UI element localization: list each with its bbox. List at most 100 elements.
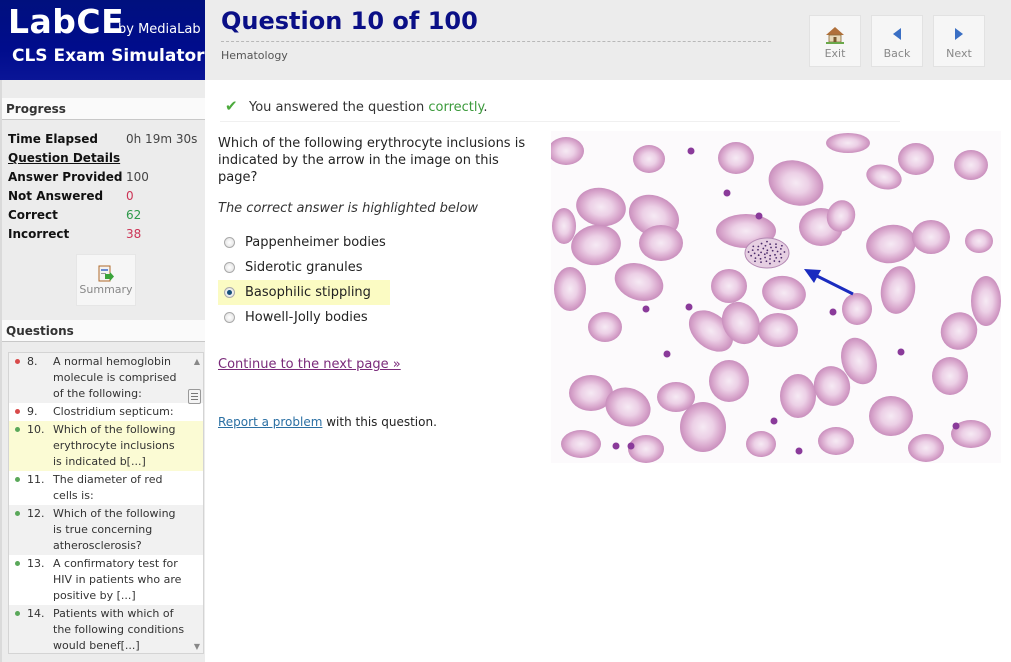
- question-list-item[interactable]: 8. A normal hemoglobin molecule is compri…: [9, 353, 203, 403]
- question-list-item[interactable]: 13. A confirmatory test for HIV in patien…: [9, 555, 203, 605]
- next-button[interactable]: Next: [933, 15, 985, 67]
- result-prefix: You answered the question: [249, 100, 429, 115]
- red-blood-cell: [551, 137, 584, 165]
- platelet: [663, 350, 671, 358]
- question-list-item[interactable]: 11. The diameter of red cells is:: [9, 471, 203, 505]
- platelet: [755, 212, 763, 220]
- summary-label: Summary: [79, 283, 133, 296]
- radio-button[interactable]: [224, 312, 235, 323]
- platelet: [952, 422, 960, 430]
- arrow-icon: [804, 269, 854, 296]
- not-answered-label: Not Answered: [8, 189, 104, 203]
- red-blood-cell: [628, 435, 664, 463]
- platelet: [612, 442, 620, 450]
- stat-row: Not Answered 0: [8, 189, 197, 208]
- correct-value: 62: [126, 208, 142, 222]
- question-snippet: Which of the following erythrocyte inclu…: [53, 423, 176, 468]
- platelet: [897, 348, 905, 356]
- platelet: [685, 303, 693, 311]
- stat-row: Incorrect 38: [8, 227, 197, 246]
- status-dot-icon: [15, 561, 20, 566]
- exit-button[interactable]: Exit: [809, 15, 861, 67]
- question-number: 11.: [27, 473, 45, 486]
- stat-row: Correct 62: [8, 208, 197, 227]
- answer-option[interactable]: Siderotic granules: [218, 255, 390, 280]
- scrollbar-thumb[interactable]: [188, 389, 201, 404]
- arrow-left-icon: [872, 26, 922, 46]
- question-snippet: Patients with which of the following con…: [53, 607, 185, 652]
- red-blood-cell: [908, 434, 944, 462]
- correct-label: Correct: [8, 208, 58, 222]
- red-blood-cell: [880, 266, 916, 314]
- answer-option[interactable]: Pappenheimer bodies: [218, 230, 390, 255]
- question-list-item[interactable]: 14. Patients with which of the following …: [9, 605, 203, 653]
- logo-brand: LabCE: [8, 2, 125, 41]
- red-blood-cell: [758, 313, 798, 347]
- platelet: [723, 189, 731, 197]
- radio-button[interactable]: [224, 237, 235, 248]
- question-list-item[interactable]: 9. Clostridium septicum:: [9, 403, 203, 421]
- red-blood-cell: [762, 275, 806, 311]
- answer-option[interactable]: Basophilic stippling: [218, 280, 390, 305]
- red-blood-cell: [954, 150, 988, 180]
- radio-button[interactable]: [224, 262, 235, 273]
- stat-row: Answer Provided 100: [8, 170, 197, 189]
- blood-smear-image: [551, 131, 1001, 463]
- checkmark-icon: ✔: [225, 97, 238, 115]
- question-number: 14.: [27, 607, 45, 620]
- red-blood-cell: [576, 187, 626, 227]
- title-divider: [221, 41, 771, 42]
- answer-provided-label: Answer Provided: [8, 170, 123, 184]
- answer-hint: The correct answer is highlighted below: [218, 201, 479, 216]
- question-list: 8. A normal hemoglobin molecule is compri…: [8, 352, 204, 654]
- platelet: [627, 442, 635, 450]
- question-details-heading: Question Details: [8, 151, 121, 165]
- scroll-up-icon[interactable]: ▲: [194, 357, 200, 366]
- question-snippet: A normal hemoglobin molecule is comprise…: [53, 355, 177, 400]
- incorrect-label: Incorrect: [8, 227, 70, 241]
- red-blood-cell: [633, 145, 665, 173]
- red-blood-cell: [866, 224, 916, 264]
- logo-by: by MediaLab: [118, 22, 201, 37]
- red-blood-cell: [552, 208, 576, 244]
- red-blood-cell: [866, 164, 902, 190]
- home-icon: [810, 26, 860, 46]
- page-title: Question 10 of 100: [221, 7, 478, 35]
- red-blood-cell: [869, 396, 913, 436]
- back-button[interactable]: Back: [871, 15, 923, 67]
- result-suffix: .: [483, 100, 488, 115]
- question-snippet: Clostridium septicum:: [53, 405, 174, 418]
- question-text: Which of the following erythrocyte inclu…: [218, 136, 526, 185]
- details-row: Question Details: [8, 151, 197, 170]
- back-label: Back: [883, 47, 911, 60]
- report-line: Report a problem with this question.: [218, 415, 437, 429]
- option-label: Basophilic stippling: [245, 285, 371, 300]
- question-list-item[interactable]: 12. Which of the following is true concer…: [9, 505, 203, 555]
- summary-icon: [97, 265, 115, 283]
- status-dot-icon: [15, 611, 20, 616]
- answer-option[interactable]: Howell-Jolly bodies: [218, 305, 390, 330]
- report-suffix: with this question.: [322, 415, 437, 429]
- arrow-right-icon: [934, 26, 984, 46]
- question-snippet: The diameter of red cells is:: [53, 473, 163, 502]
- red-blood-cell: [711, 269, 747, 303]
- radio-button[interactable]: [224, 287, 235, 298]
- red-blood-cell: [718, 142, 754, 174]
- platelet: [770, 417, 778, 425]
- summary-button[interactable]: Summary: [76, 254, 136, 306]
- red-blood-cell: [912, 220, 950, 254]
- red-blood-cell: [561, 430, 601, 458]
- result-word: correctly: [428, 100, 484, 115]
- question-number: 8.: [27, 355, 38, 368]
- report-problem-link[interactable]: Report a problem: [218, 415, 322, 429]
- scroll-down-icon[interactable]: ▼: [194, 642, 200, 651]
- next-label: Next: [946, 47, 972, 60]
- incorrect-value: 38: [126, 227, 142, 241]
- red-blood-cell: [818, 427, 854, 455]
- red-blood-cell: [965, 229, 993, 253]
- continue-link[interactable]: Continue to the next page »: [218, 357, 401, 372]
- exit-label: Exit: [824, 47, 846, 60]
- question-list-item[interactable]: 10. Which of the following erythrocyte in…: [9, 421, 203, 471]
- status-dot-icon: [15, 511, 20, 516]
- question-number: 13.: [27, 557, 45, 570]
